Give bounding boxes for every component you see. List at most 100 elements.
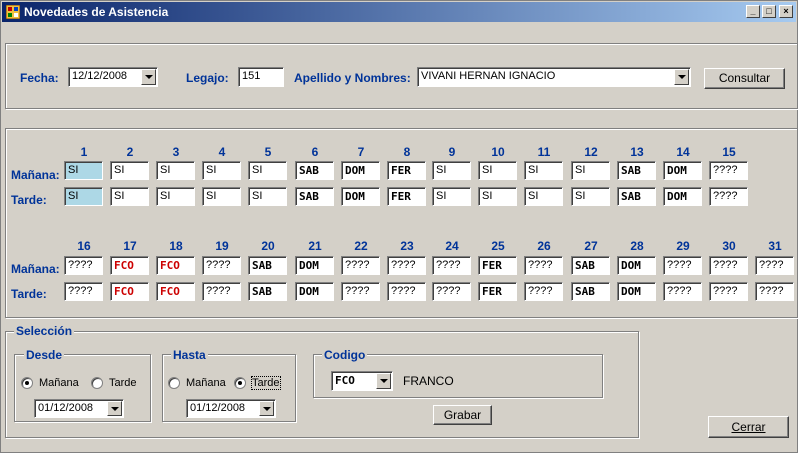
tarde-cell[interactable]: SAB — [571, 282, 610, 301]
manana-cell[interactable]: SI — [156, 161, 195, 180]
manana-cell[interactable]: ???? — [64, 256, 103, 275]
manana-cell[interactable]: SAB — [248, 256, 287, 275]
manana-cell[interactable]: ???? — [202, 256, 241, 275]
tarde-cell[interactable]: ???? — [663, 282, 702, 301]
manana-cell[interactable]: ???? — [663, 256, 702, 275]
tarde-cell[interactable]: SAB — [248, 282, 287, 301]
tarde-cell[interactable]: ???? — [709, 187, 748, 206]
manana-cell[interactable]: ???? — [387, 256, 426, 275]
tarde-cell[interactable]: FCO — [110, 282, 149, 301]
tarde-cell[interactable]: SAB — [295, 187, 334, 206]
manana-cell[interactable]: ???? — [524, 256, 563, 275]
manana-cell[interactable]: SAB — [571, 256, 610, 275]
tarde-cell[interactable]: ???? — [202, 282, 241, 301]
tarde-cell[interactable]: SI — [571, 187, 610, 206]
legajo-input[interactable]: 151 — [238, 67, 284, 87]
manana-cell[interactable]: FER — [478, 256, 517, 275]
tarde-cell[interactable]: SI — [524, 187, 563, 206]
fecha-combo[interactable]: 12/12/2008 — [68, 67, 158, 87]
manana-cell[interactable]: DOM — [295, 256, 334, 275]
day-number: 25 — [491, 239, 505, 253]
tarde-cell[interactable]: ???? — [387, 282, 426, 301]
manana-cell[interactable]: SI — [571, 161, 610, 180]
manana-cell[interactable]: DOM — [341, 161, 380, 180]
manana-cell[interactable]: SI — [524, 161, 563, 180]
hasta-tarde-label[interactable]: Tarde — [251, 376, 281, 390]
fecha-value: 12/12/2008 — [72, 70, 128, 82]
desde-date-combo[interactable]: 01/12/2008 — [34, 399, 124, 418]
codigo-description: FRANCO — [403, 374, 454, 388]
hasta-tarde-radio[interactable] — [234, 377, 246, 389]
tarde-cell[interactable]: DOM — [663, 187, 702, 206]
chevron-down-icon[interactable] — [674, 69, 689, 85]
manana-row-label: Mañana: — [11, 262, 60, 276]
day-number: 24 — [445, 239, 459, 253]
tarde-cell[interactable]: FER — [478, 282, 517, 301]
desde-tarde-radio[interactable] — [91, 377, 103, 389]
chevron-down-icon[interactable] — [259, 401, 274, 416]
manana-cell[interactable]: FCO — [110, 256, 149, 275]
manana-cell[interactable]: SAB — [617, 161, 656, 180]
tarde-cell[interactable]: SI — [432, 187, 471, 206]
tarde-cell[interactable]: ???? — [341, 282, 380, 301]
hasta-manana-label[interactable]: Mañana — [186, 377, 226, 389]
minimize-icon[interactable]: _ — [746, 5, 760, 18]
hasta-title: Hasta — [171, 348, 208, 362]
day-number: 21 — [308, 239, 322, 253]
desde-title: Desde — [24, 348, 65, 362]
tarde-cell[interactable]: SI — [248, 187, 287, 206]
tarde-cell[interactable]: ???? — [524, 282, 563, 301]
chevron-down-icon[interactable] — [141, 69, 156, 85]
day-number: 18 — [169, 239, 183, 253]
tarde-cell[interactable]: DOM — [341, 187, 380, 206]
manana-cell[interactable]: SI — [110, 161, 149, 180]
chevron-down-icon[interactable] — [376, 373, 391, 389]
consultar-button[interactable]: Consultar — [704, 68, 785, 89]
manana-cell[interactable]: ???? — [709, 256, 748, 275]
maximize-icon[interactable]: □ — [762, 5, 776, 18]
tarde-cell[interactable]: ???? — [709, 282, 748, 301]
manana-cell[interactable]: ???? — [341, 256, 380, 275]
grabar-button[interactable]: Grabar — [433, 405, 492, 425]
tarde-cell[interactable]: SI — [156, 187, 195, 206]
tarde-cell[interactable]: SI — [478, 187, 517, 206]
tarde-cell[interactable]: FER — [387, 187, 426, 206]
manana-cell[interactable]: FER — [387, 161, 426, 180]
hasta-date-combo[interactable]: 01/12/2008 — [186, 399, 276, 418]
close-icon[interactable]: × — [779, 5, 793, 18]
tarde-cell[interactable]: FCO — [156, 282, 195, 301]
manana-cell[interactable]: SAB — [295, 161, 334, 180]
cerrar-button[interactable]: Cerrar — [708, 416, 789, 438]
tarde-cell[interactable]: ???? — [432, 282, 471, 301]
tarde-cell[interactable]: ???? — [755, 282, 794, 301]
codigo-combo[interactable]: FCO — [331, 371, 393, 391]
manana-cell[interactable]: ???? — [432, 256, 471, 275]
tarde-cell[interactable]: SI — [64, 187, 103, 206]
manana-row-label: Mañana: — [11, 168, 60, 182]
apellido-combo[interactable]: VIVANI HERNAN IGNACIO — [417, 67, 691, 87]
chevron-down-icon[interactable] — [107, 401, 122, 416]
title-bar: Novedades de Asistencia _ □ × — [2, 2, 796, 22]
manana-cell[interactable]: SI — [432, 161, 471, 180]
manana-cell[interactable]: SI — [64, 161, 103, 180]
tarde-cell[interactable]: SI — [202, 187, 241, 206]
manana-cell[interactable]: DOM — [663, 161, 702, 180]
tarde-cell[interactable]: SAB — [617, 187, 656, 206]
manana-cell[interactable]: FCO — [156, 256, 195, 275]
apellido-value: VIVANI HERNAN IGNACIO — [421, 70, 556, 82]
manana-cell[interactable]: SI — [248, 161, 287, 180]
tarde-cell[interactable]: DOM — [617, 282, 656, 301]
tarde-cell[interactable]: DOM — [295, 282, 334, 301]
manana-cell[interactable]: ???? — [709, 161, 748, 180]
day-number: 4 — [218, 145, 226, 159]
manana-cell[interactable]: SI — [478, 161, 517, 180]
desde-tarde-label[interactable]: Tarde — [109, 377, 137, 389]
desde-manana-label[interactable]: Mañana — [39, 377, 79, 389]
tarde-cell[interactable]: ???? — [64, 282, 103, 301]
tarde-cell[interactable]: SI — [110, 187, 149, 206]
manana-cell[interactable]: DOM — [617, 256, 656, 275]
manana-cell[interactable]: ???? — [755, 256, 794, 275]
manana-cell[interactable]: SI — [202, 161, 241, 180]
desde-manana-radio[interactable] — [21, 377, 33, 389]
hasta-manana-radio[interactable] — [168, 377, 180, 389]
